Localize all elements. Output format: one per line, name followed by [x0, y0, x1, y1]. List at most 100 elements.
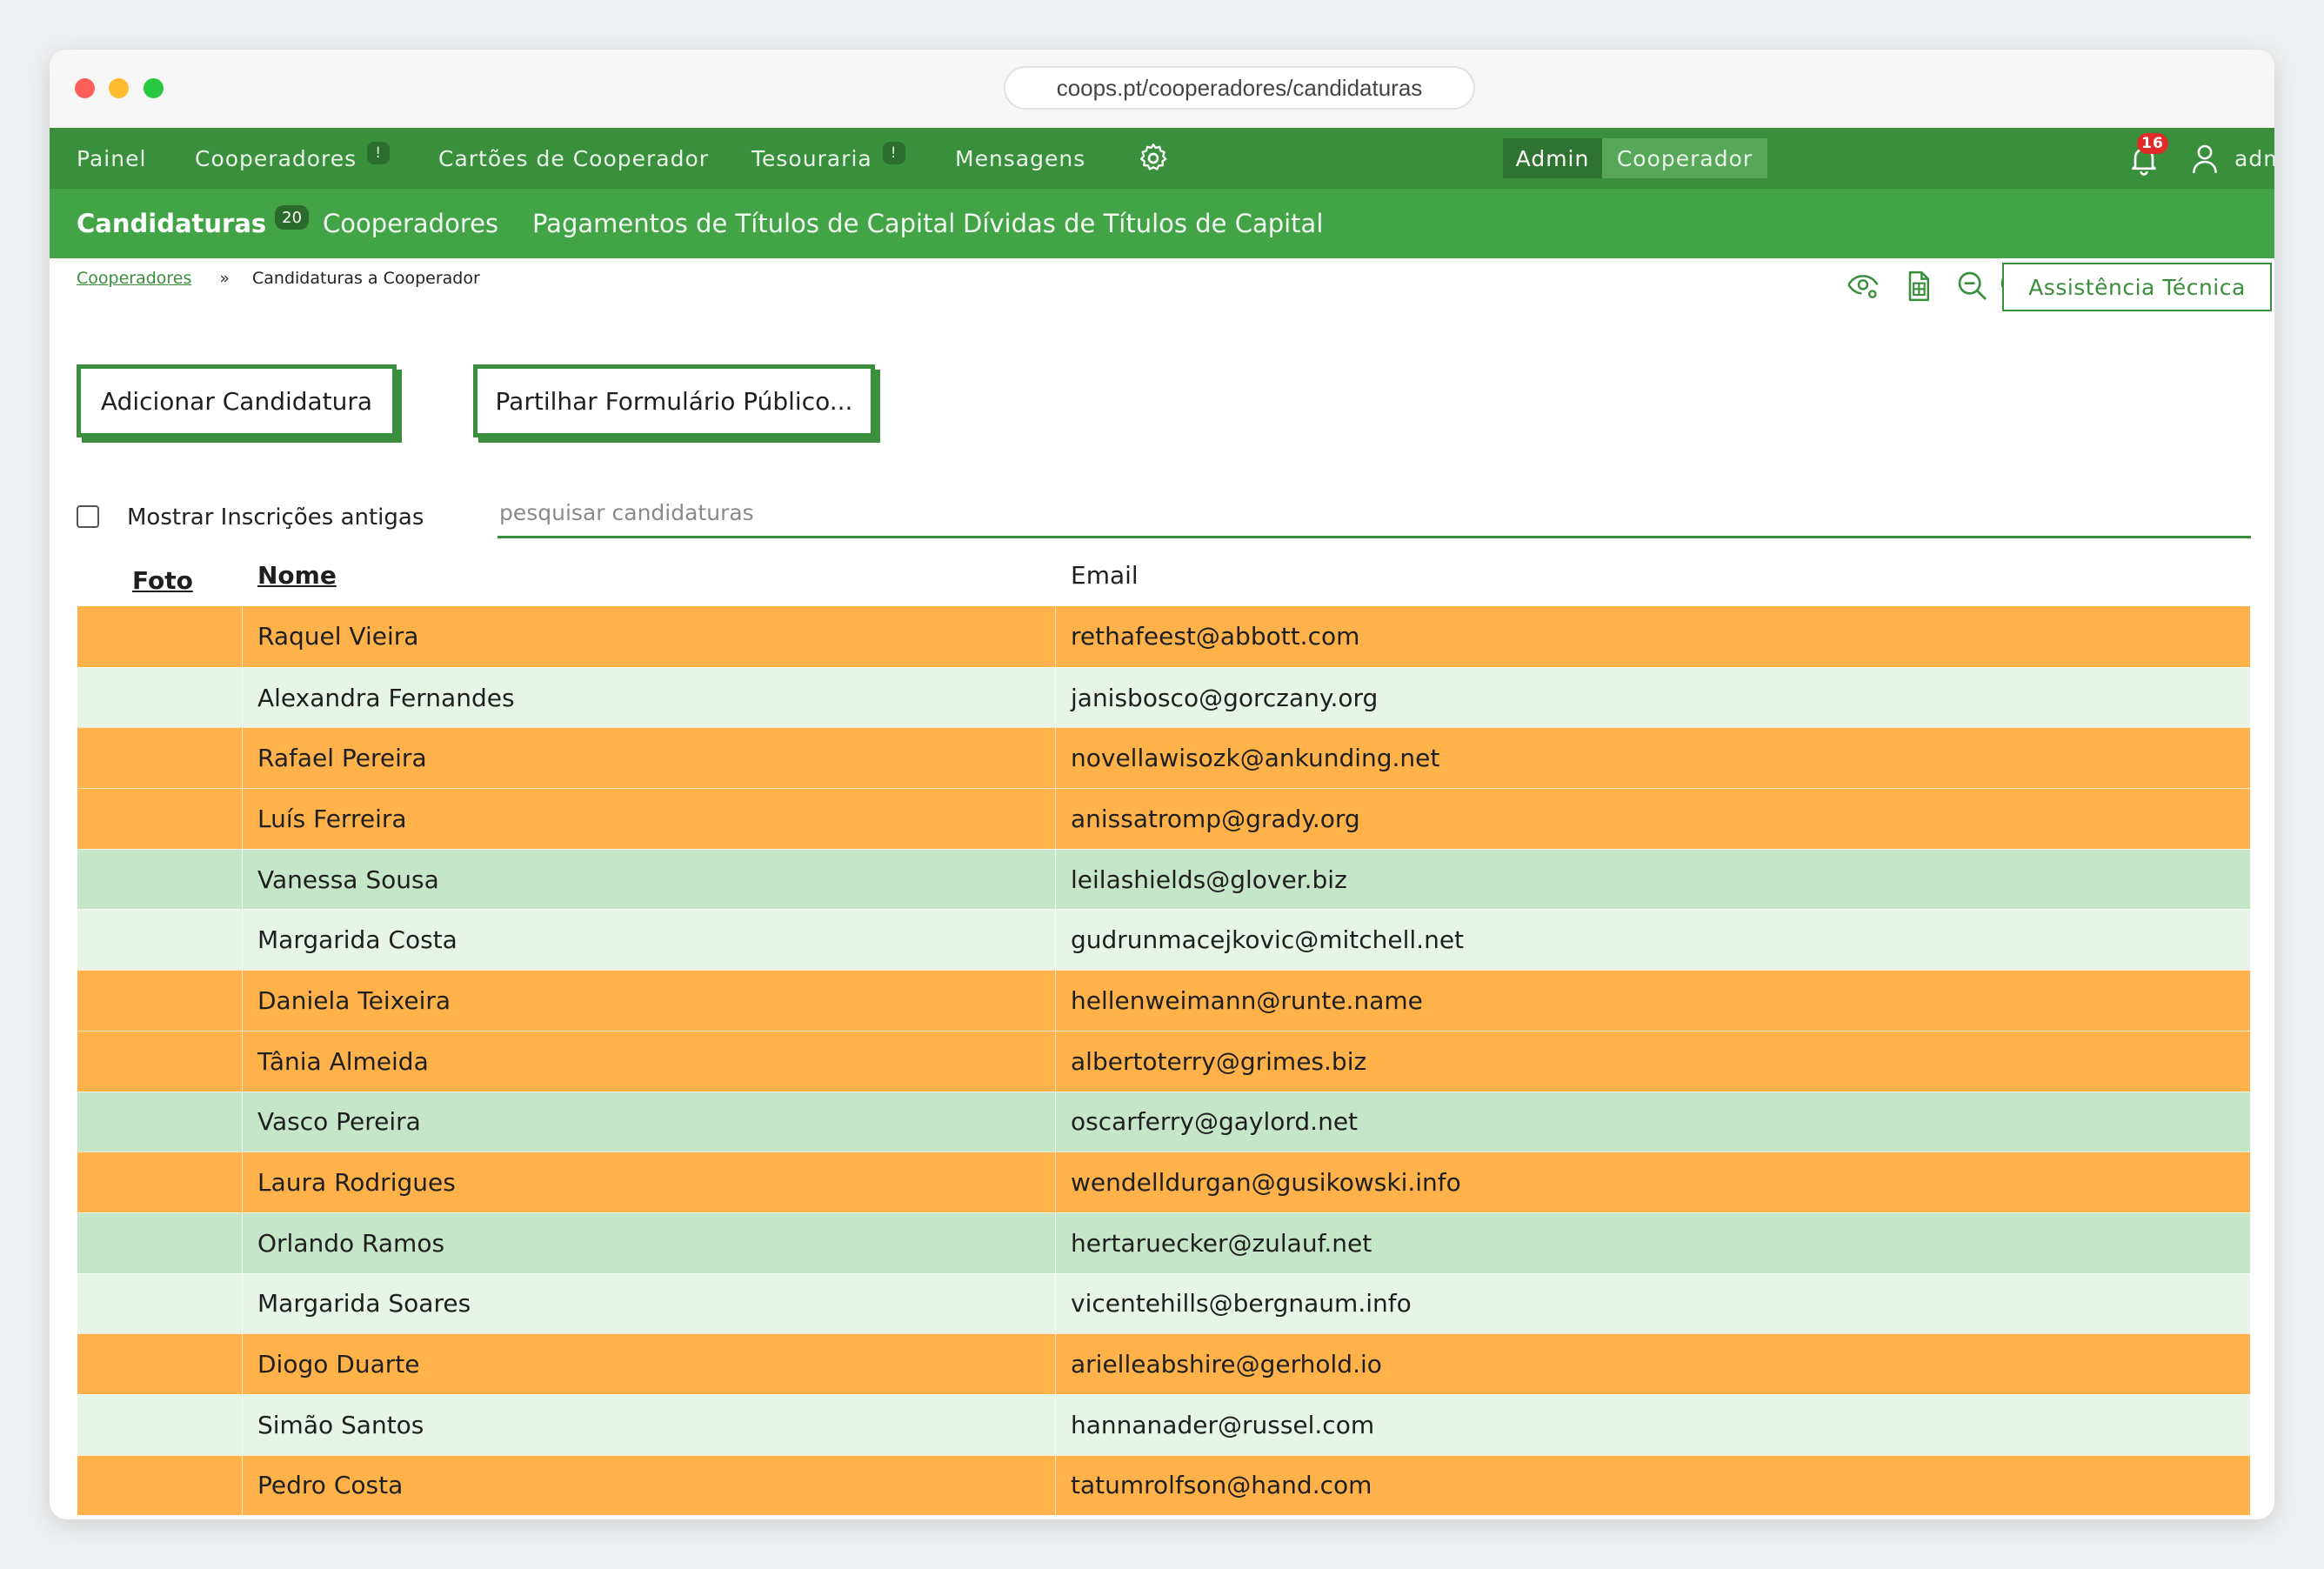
name-cell: Luís Ferreira	[243, 789, 1056, 849]
address-bar[interactable]: coops.pt/cooperadores/candidaturas	[1004, 66, 1475, 110]
gear-icon[interactable]	[1136, 141, 1171, 176]
sub-navigation: Candidaturas 20 Cooperadores Pagamentos …	[50, 189, 2274, 258]
email-cell: gudrunmacejkovic@mitchell.net	[1071, 925, 1465, 955]
nav-cartoes[interactable]: Cartões de Cooperador	[438, 128, 709, 189]
email-cell: vicentehills@bergnaum.info	[1071, 1289, 1412, 1319]
browser-window: coops.pt/cooperadores/candidaturas Paine…	[50, 50, 2274, 1519]
name-cell: Daniela Teixeira	[243, 971, 1056, 1031]
spreadsheet-icon[interactable]	[1901, 269, 1936, 304]
nav-cartoes-label: Cartões de Cooperador	[438, 145, 710, 171]
notification-count-badge: 16	[2137, 133, 2168, 154]
table-header: Foto Nome Email	[77, 554, 2250, 606]
email-cell: rethafeest@abbott.com	[1071, 622, 1360, 651]
email-cell: hannanader@russel.com	[1071, 1410, 1375, 1439]
name-cell: Alexandra Fernandes	[243, 667, 1056, 728]
photo-cell	[77, 910, 243, 971]
name-cell: Orlando Ramos	[243, 1212, 1056, 1273]
email-cell: novellawisozk@ankunding.net	[1071, 744, 1440, 773]
breadcrumb-current: Candidaturas a Cooperador	[252, 269, 480, 288]
column-header-photo[interactable]: Foto	[132, 554, 193, 606]
table-row[interactable]: Raquel Vieira rethafeest@abbott.com	[77, 606, 2250, 667]
email-cell: albertoterry@grimes.biz	[1071, 1046, 1367, 1076]
eye-settings-icon[interactable]	[1846, 269, 1880, 304]
table-row[interactable]: Margarida Costa gudrunmacejkovic@mitchell…	[77, 909, 2250, 971]
role-cooperador-toggle[interactable]: Cooperador	[1602, 138, 1767, 178]
nav-tesouraria[interactable]: Tesouraria !	[751, 128, 905, 189]
nav-mensagens[interactable]: Mensagens	[955, 128, 1085, 189]
photo-cell	[77, 1031, 243, 1092]
breadcrumb-link-cooperadores[interactable]: Cooperadores	[77, 269, 191, 288]
subnav-candidaturas[interactable]: Candidaturas 20	[77, 189, 310, 258]
nav-painel[interactable]: Painel	[77, 128, 146, 189]
name-cell: Margarida Costa	[243, 910, 1056, 971]
subnav-cooperadores[interactable]: Cooperadores	[323, 189, 498, 258]
share-public-form-button[interactable]: Partilhar Formulário Público...	[473, 364, 875, 437]
table-row[interactable]: Vanessa Sousa leilashields@glover.biz	[77, 848, 2250, 910]
email-cell: anissatromp@grady.org	[1071, 804, 1360, 833]
column-header-email: Email	[1071, 560, 1139, 590]
search-input[interactable]	[498, 490, 2251, 538]
name-cell: Vanessa Sousa	[243, 849, 1056, 910]
role-admin-toggle[interactable]: Admin	[1503, 138, 1602, 178]
table-row[interactable]: Simão Santos hannanader@russel.com	[77, 1393, 2250, 1455]
subnav-candidaturas-label: Candidaturas	[77, 209, 267, 238]
photo-cell	[77, 789, 243, 849]
photo-cell	[77, 1394, 243, 1455]
maximize-window-button[interactable]	[144, 78, 164, 98]
name-cell: Margarida Soares	[243, 1273, 1056, 1334]
show-old-checkbox[interactable]	[77, 505, 99, 528]
title-bar: coops.pt/cooperadores/candidaturas	[50, 50, 2274, 128]
email-cell: janisbosco@gorczany.org	[1071, 683, 1379, 712]
add-application-button[interactable]: Adicionar Candidatura	[77, 364, 397, 437]
name-cell: Rafael Pereira	[243, 728, 1056, 789]
email-cell: hertaruecker@zulauf.net	[1071, 1228, 1372, 1258]
subnav-dividas-label: Dívidas de Títulos de Capital	[963, 209, 1324, 238]
subnav-pagamentos[interactable]: Pagamentos de Títulos de Capital	[532, 189, 955, 258]
photo-cell	[77, 1273, 243, 1334]
table-row[interactable]: Rafael Pereira novellawisozk@ankunding.ne…	[77, 727, 2250, 789]
email-cell: wendelldurgan@gusikowski.info	[1071, 1168, 1461, 1198]
alert-badge: !	[882, 142, 905, 164]
nav-tesouraria-label: Tesouraria	[751, 145, 872, 171]
zoom-out-icon[interactable]	[1955, 269, 1990, 304]
close-window-button[interactable]	[75, 78, 95, 98]
table-row[interactable]: Alexandra Fernandes janisbosco@gorczany.o…	[77, 666, 2250, 728]
nav-cooperadores[interactable]: Cooperadores !	[195, 128, 391, 189]
table-row[interactable]: Orlando Ramos hertaruecker@zulauf.net	[77, 1212, 2250, 1273]
minimize-window-button[interactable]	[109, 78, 129, 98]
user-menu[interactable]: admin	[2234, 128, 2274, 189]
email-cell: hellenweimann@runte.name	[1071, 985, 1423, 1015]
table-row[interactable]: Pedro Costa tatumrolfson@hand.com	[77, 1454, 2250, 1516]
photo-cell	[77, 1334, 243, 1394]
photo-cell	[77, 1455, 243, 1516]
breadcrumb: Cooperadores » Candidaturas a Cooperador	[77, 269, 480, 288]
subnav-cooperadores-label: Cooperadores	[323, 209, 499, 238]
column-header-name[interactable]: Nome	[257, 549, 337, 601]
photo-cell	[77, 849, 243, 910]
photo-cell	[77, 1212, 243, 1273]
table-row[interactable]: Tânia Almeida albertoterry@grimes.biz	[77, 1030, 2250, 1092]
table-row[interactable]: Margarida Soares vicentehills@bergnaum.in…	[77, 1272, 2250, 1334]
top-navigation: Painel Cooperadores ! Cartões de Coopera…	[50, 128, 2274, 189]
table-row[interactable]: Diogo Duarte arielleabshire@gerhold.io	[77, 1333, 2250, 1394]
photo-cell	[77, 971, 243, 1031]
table-row[interactable]: Luís Ferreira anissatromp@grady.org	[77, 788, 2250, 849]
technical-support-button[interactable]: Assistência Técnica	[2002, 263, 2272, 311]
breadcrumb-separator: »	[219, 269, 230, 288]
email-cell: arielleabshire@gerhold.io	[1071, 1350, 1382, 1379]
table-row[interactable]: Laura Rodrigues wendelldurgan@gusikowski.…	[77, 1152, 2250, 1212]
show-old-label: Mostrar Inscrições antigas	[127, 504, 424, 531]
email-cell: oscarferry@gaylord.net	[1071, 1107, 1359, 1137]
name-cell: Diogo Duarte	[243, 1334, 1056, 1394]
nav-mensagens-label: Mensagens	[955, 145, 1086, 171]
alert-badge: !	[367, 142, 391, 164]
table-row[interactable]: Vasco Pereira oscarferry@gaylord.net	[77, 1091, 2250, 1152]
name-cell: Tânia Almeida	[243, 1031, 1056, 1092]
table-row[interactable]: Daniela Teixeira hellenweimann@runte.name	[77, 970, 2250, 1031]
name-cell: Raquel Vieira	[243, 606, 1056, 667]
subnav-dividas[interactable]: Dívidas de Títulos de Capital	[963, 189, 1323, 258]
applications-table: Raquel Vieira rethafeest@abbott.com Alexan…	[77, 606, 2250, 1516]
photo-cell	[77, 1092, 243, 1152]
subnav-pagamentos-label: Pagamentos de Títulos de Capital	[532, 209, 956, 238]
user-icon[interactable]	[2191, 143, 2219, 176]
